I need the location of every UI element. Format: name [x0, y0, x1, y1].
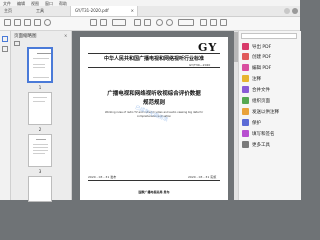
page-thumbnails-icon[interactable]: [2, 36, 8, 42]
tool-send-for-comments[interactable]: 发送以供注释: [242, 107, 298, 117]
document-title-line-1: 广播电视和网络视听收视综合评价数据: [107, 91, 201, 97]
fill-sign-icon: [242, 130, 249, 137]
document-tab-title: GY/T31-2020.pdf: [75, 8, 109, 13]
hand-tool-icon[interactable]: [144, 19, 151, 26]
tools-search-input[interactable]: [241, 33, 297, 39]
comment-tool-icon[interactable]: [210, 19, 217, 26]
issuer: 国家广播电视总局 发布: [138, 190, 170, 194]
zoom-in-icon[interactable]: [166, 19, 173, 26]
home-tab[interactable]: 主页: [4, 8, 12, 14]
bookmarks-icon[interactable]: [2, 46, 8, 52]
tool-create-pdf[interactable]: 创建 PDF: [242, 52, 298, 62]
header-divider-2: [88, 67, 220, 68]
thumbnail-page-2[interactable]: [28, 92, 52, 125]
email-icon[interactable]: [34, 19, 41, 26]
tool-edit-pdf[interactable]: 编辑 PDF: [242, 63, 298, 73]
zoom-out-icon[interactable]: [156, 19, 163, 26]
tool-comment[interactable]: 注释: [242, 74, 298, 84]
save-icon[interactable]: [4, 19, 11, 26]
more-tools-icon: [242, 141, 249, 148]
header-divider: [88, 53, 220, 54]
protect-icon: [242, 119, 249, 126]
release-date: 2020 - 03 - 31 发布: [88, 175, 117, 179]
page-number-field[interactable]: [112, 19, 126, 26]
thumbnail-panel-title: 页面缩略图: [14, 34, 37, 39]
avatar[interactable]: [292, 8, 298, 14]
organize-pages-icon: [242, 97, 249, 104]
edit-pdf-icon: [242, 64, 249, 71]
tool-fill-sign[interactable]: 填写和签名: [242, 129, 298, 139]
thumbnail-page-4[interactable]: [28, 176, 52, 202]
comment-icon: [242, 75, 249, 82]
thumbnail-page-number: 1: [38, 85, 42, 90]
create-pdf-icon: [242, 53, 249, 60]
thumbnail-page-3[interactable]: [28, 134, 52, 167]
close-panel-icon[interactable]: ×: [64, 33, 67, 38]
document-tab[interactable]: GY/T31-2020.pdf ×: [70, 6, 138, 16]
fit-page-icon[interactable]: [200, 19, 207, 26]
combine-files-icon: [242, 86, 249, 93]
tool-protect[interactable]: 保护: [242, 118, 298, 128]
export-pdf-icon: [242, 43, 249, 50]
pen-tool-icon[interactable]: [220, 19, 227, 26]
standard-header: 中华人民共和国广播电视和网络视听行业标准: [103, 56, 204, 62]
close-tab-icon[interactable]: ×: [131, 6, 134, 16]
document-title-line-2: 规范规则: [142, 100, 165, 106]
print-icon[interactable]: [24, 19, 31, 26]
tab-bar: [0, 6, 300, 17]
send-for-comments-icon: [242, 108, 249, 115]
help-icon[interactable]: [284, 8, 290, 14]
next-page-icon[interactable]: [100, 19, 107, 26]
footer-divider: [88, 180, 220, 181]
tool-export-pdf[interactable]: 导出 PDF: [242, 42, 298, 52]
prev-page-icon[interactable]: [90, 19, 97, 26]
tool-organize-pages[interactable]: 组织页面: [242, 96, 298, 106]
select-tool-icon[interactable]: [134, 19, 141, 26]
tools-tab[interactable]: 工具: [36, 8, 44, 14]
thumbnail-page-number: 3: [38, 169, 42, 174]
thumbnail-page-number: 2: [38, 127, 42, 132]
left-navigation-strip: [0, 31, 11, 200]
implementation-date: 2020 - 03 - 31 实施: [188, 175, 217, 179]
search-icon[interactable]: [44, 19, 51, 26]
thumbnail-page-1[interactable]: [27, 47, 53, 83]
tool-combine-files[interactable]: 合并文件: [242, 85, 298, 95]
upload-icon[interactable]: [14, 19, 21, 26]
tool-more-tools[interactable]: 更多工具: [242, 140, 298, 150]
zoom-level-field[interactable]: [178, 19, 194, 26]
thumbnail-options-icon[interactable]: [14, 41, 20, 46]
